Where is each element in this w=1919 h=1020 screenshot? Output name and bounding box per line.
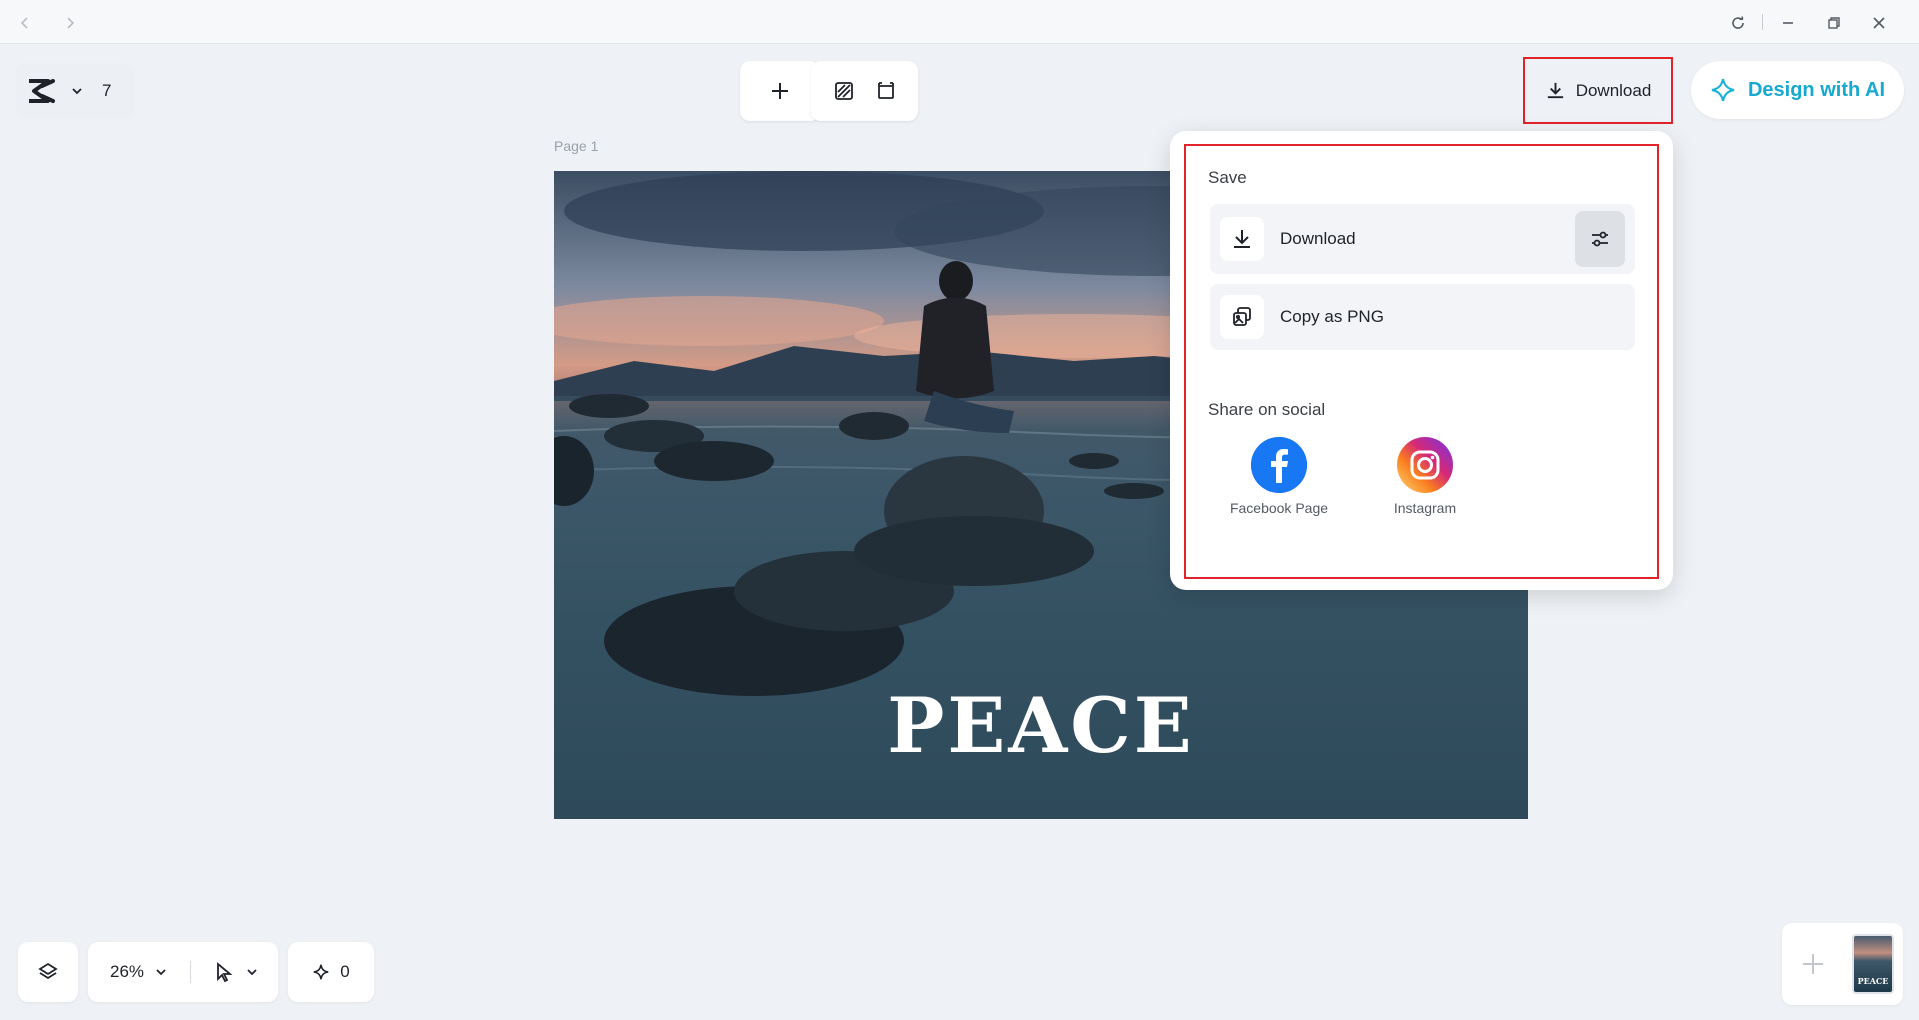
thumbnail-text: PEACE [1857,976,1889,986]
copy-option-icon-box [1220,295,1264,339]
titlebar-divider [1762,14,1763,30]
plus-icon[interactable] [769,80,791,102]
design-with-ai-label: Design with AI [1747,78,1886,101]
add-page-button[interactable] [1792,934,1834,994]
headline-text[interactable]: PEACE [554,681,1528,770]
download-button[interactable]: Download [1523,57,1673,124]
canvas-toolbar [811,61,918,121]
facebook-page-label: Facebook Page [1229,500,1329,516]
ai-credits-button[interactable]: 0 [288,942,374,1002]
ai-credits-count: 0 [340,962,350,981]
zoom-level[interactable]: 26% [110,962,144,982]
title-bar [0,0,1919,44]
instagram-share[interactable]: Instagram [1370,437,1480,517]
download-icon [1547,82,1563,99]
minimize-icon[interactable] [1775,10,1801,36]
save-section-title: Save [1208,168,1247,187]
layers-button[interactable] [18,942,78,1002]
sparkle-icon [313,964,329,980]
layers-icon [38,962,58,980]
back-icon[interactable] [12,10,38,36]
zoom-chevron-down-icon[interactable] [154,965,168,979]
page-label: Page 1 [554,138,599,154]
facebook-icon [1251,437,1307,493]
download-dropdown: Save Download Copy as PNG Share on socia… [1170,131,1673,590]
instagram-label: Instagram [1393,500,1457,516]
pointer-icon[interactable] [213,961,235,983]
copy-image-icon [1233,307,1251,326]
ai-sparkle-icon [1711,78,1735,102]
plus-icon [1803,954,1823,974]
forward-icon[interactable] [57,10,83,36]
project-menu[interactable]: 7 [16,63,134,119]
bottom-divider [190,961,192,983]
download-button-label: Download [1575,80,1652,100]
add-toolbar [740,61,820,121]
capcut-logo-icon [29,79,55,103]
download-option[interactable]: Download [1210,204,1635,274]
reload-icon[interactable] [1725,10,1751,36]
copy-png-option[interactable]: Copy as PNG [1210,284,1635,350]
download-option-icon-box [1220,217,1264,261]
facebook-page-share[interactable]: Facebook Page [1224,437,1334,517]
download-settings-button[interactable] [1575,211,1625,267]
download-option-label: Download [1280,229,1356,248]
close-icon[interactable] [1866,10,1892,36]
pointer-chevron-down-icon[interactable] [245,965,259,979]
restore-icon[interactable] [1821,10,1847,36]
copy-png-label: Copy as PNG [1280,307,1384,326]
sliders-icon [1592,231,1608,247]
design-with-ai-button[interactable]: Design with AI [1691,61,1904,119]
chevron-down-icon [72,88,82,95]
instagram-icon [1397,437,1453,493]
project-count: 7 [102,81,112,100]
dropdown-highlight: Save Download Copy as PNG Share on socia… [1184,144,1659,579]
page-thumbnails: PEACE [1782,923,1903,1005]
resize-icon[interactable] [875,80,897,102]
zoom-and-pointer-bar: 26% [88,942,278,1002]
page-1-thumbnail[interactable]: PEACE [1852,934,1894,994]
download-icon [1234,230,1250,248]
background-icon[interactable] [833,80,855,102]
share-section-title: Share on social [1208,400,1326,419]
